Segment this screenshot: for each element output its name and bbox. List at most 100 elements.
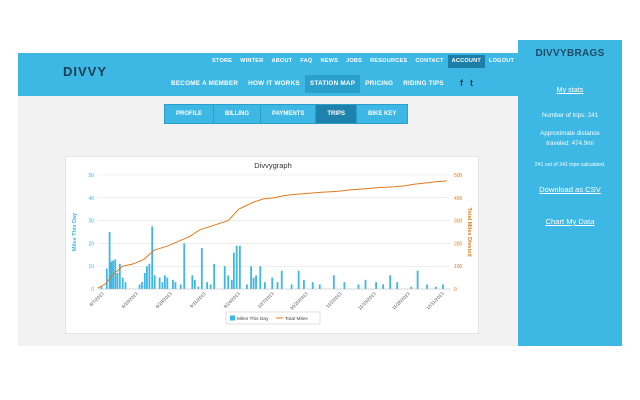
- top-nav-faq[interactable]: FAQ: [296, 55, 316, 68]
- account-tabs: PROFILE BILLING PAYMENTS TRIPS BIKE KEY: [164, 104, 409, 124]
- logo-text: DIVVY: [63, 64, 107, 78]
- x-tick-label: 9/11/2013: [189, 291, 207, 309]
- top-nav: STORE WINTER ABOUT FAQ NEWS JOBS RESOURCES CONT…: [208, 55, 518, 68]
- bar-miles-this-day: [138, 284, 141, 289]
- y2-tick-label: 200: [454, 241, 463, 247]
- y2-axis-label: Total Miles Divvied: [466, 207, 472, 256]
- tab-profile[interactable]: PROFILE: [165, 105, 215, 123]
- top-nav-jobs[interactable]: JOBS: [342, 55, 366, 68]
- social-links: f t: [460, 77, 473, 89]
- x-tick-label: 12/11/2013: [425, 291, 445, 311]
- top-nav-news[interactable]: NEWS: [316, 55, 342, 68]
- distance-stat: Approximate distance traveled: 474.9mi: [540, 130, 600, 147]
- bar-miles-this-day: [435, 286, 437, 289]
- bar-miles-this-day: [114, 259, 117, 289]
- bar-miles-this-day: [223, 266, 226, 289]
- x-tick-label: 8/29/2013: [155, 291, 173, 309]
- tab-trips[interactable]: TRIPS: [316, 105, 358, 123]
- bar-miles-this-day: [382, 284, 385, 289]
- top-nav-resources[interactable]: RESOURCES: [366, 55, 411, 68]
- chart-title: Divvygraph: [254, 161, 292, 170]
- y2-tick-label: 400: [454, 196, 463, 202]
- my-stats-link[interactable]: My stats: [518, 85, 622, 94]
- bar-miles-this-day: [227, 275, 230, 289]
- bar-miles-this-day: [193, 279, 196, 289]
- top-nav-logout[interactable]: LOGOUT: [485, 55, 518, 68]
- bar-miles-this-day: [263, 282, 266, 289]
- top-nav-store[interactable]: STORE: [208, 55, 236, 68]
- main-nav-how-it-works[interactable]: HOW IT WORKS: [243, 75, 305, 93]
- divvy-logo[interactable]: DIVVY: [63, 64, 123, 78]
- trips-stat: Number of trips: 241: [541, 112, 599, 119]
- main-nav-become-a-member[interactable]: BECOME A MEMBER: [166, 75, 243, 93]
- calculated-stat: 241 out of 241 trips calculated.: [534, 162, 606, 168]
- y2-tick-label: 0: [454, 287, 457, 293]
- bar-miles-this-day: [163, 275, 166, 289]
- x-tick-label: 11/15/2013: [357, 291, 377, 311]
- tab-billing[interactable]: BILLING: [214, 105, 262, 123]
- bar-miles-this-day: [442, 284, 444, 289]
- y-tick-label: 50: [88, 173, 94, 179]
- divvygraph-chart: Divvygraph010203040500100200300400500Mil…: [72, 161, 472, 325]
- top-nav-account[interactable]: ACCOUNT: [447, 55, 486, 68]
- top-nav-about[interactable]: ABOUT: [267, 55, 296, 68]
- x-tick-label: 10/7/2013: [257, 291, 275, 309]
- bar-miles-this-day: [121, 277, 124, 289]
- bar-miles-this-day: [250, 266, 253, 289]
- bar-miles-this-day: [209, 284, 212, 289]
- y-tick-label: 10: [88, 264, 94, 270]
- sidebar-title: DIVVYBRAGS: [535, 48, 605, 59]
- y2-tick-label: 500: [454, 173, 463, 179]
- bar-miles-this-day: [100, 286, 103, 289]
- bar-miles-this-day: [410, 286, 413, 289]
- bar-miles-this-day: [191, 275, 194, 289]
- bar-miles-this-day: [280, 270, 283, 289]
- site-header: DIVVY STORE WINTER ABOUT FAQ NEWS JOBS RESOURC…: [18, 53, 518, 96]
- download-csv-link[interactable]: Download as CSV: [518, 185, 622, 194]
- bar-miles-this-day: [116, 273, 119, 289]
- page-root: DIVVY STORE WINTER ABOUT FAQ NEWS JOBS RESOURC…: [0, 0, 640, 400]
- bar-miles-this-day: [271, 277, 274, 289]
- y-axis-label: Miles This Day: [72, 212, 78, 251]
- bar-miles-this-day: [166, 277, 169, 289]
- legend-swatch-bars: [230, 315, 235, 321]
- twitter-icon[interactable]: t: [470, 77, 473, 89]
- bar-miles-this-day: [161, 282, 164, 289]
- y-tick-label: 20: [88, 241, 94, 247]
- main-nav: BECOME A MEMBER HOW IT WORKS STATION MAP PR…: [166, 75, 449, 93]
- top-nav-contact[interactable]: CONTACT: [411, 55, 447, 68]
- bar-miles-this-day: [303, 279, 305, 289]
- bar-miles-this-day: [259, 266, 262, 289]
- bar-miles-this-day: [276, 282, 279, 289]
- bar-miles-this-day: [252, 277, 255, 289]
- main-nav-station-map[interactable]: STATION MAP: [304, 75, 361, 93]
- y2-tick-label: 300: [454, 219, 463, 225]
- bar-miles-this-day: [148, 263, 151, 289]
- bar-miles-this-day: [332, 275, 335, 289]
- x-tick-label: 8/18/2013: [121, 291, 139, 309]
- bar-miles-this-day: [238, 245, 241, 289]
- bar-miles-this-day: [396, 282, 399, 289]
- y-tick-label: 30: [88, 219, 94, 225]
- bar-miles-this-day: [153, 275, 156, 289]
- main-nav-riding-tips[interactable]: RIDING TIPS: [398, 75, 449, 93]
- chart-my-data-link[interactable]: Chart My Data: [518, 217, 622, 226]
- tab-payments[interactable]: PAYMENTS: [261, 105, 317, 123]
- legend-label-bars: Miles This Day: [237, 316, 269, 322]
- bar-miles-this-day: [172, 279, 174, 289]
- bar-miles-this-day: [297, 270, 300, 289]
- tab-bike-key[interactable]: BIKE KEY: [357, 105, 407, 123]
- bar-miles-this-day: [206, 282, 209, 289]
- top-nav-winter[interactable]: WINTER: [236, 55, 267, 68]
- bar-miles-this-day: [343, 282, 346, 289]
- bar-miles-this-day: [245, 284, 248, 289]
- bar-miles-this-day: [183, 243, 186, 289]
- bar-miles-this-day: [105, 268, 108, 289]
- account-content: PROFILE BILLING PAYMENTS TRIPS BIKE KEY Divv…: [18, 96, 518, 346]
- facebook-icon[interactable]: f: [460, 77, 463, 89]
- main-nav-pricing[interactable]: PRICING: [360, 75, 398, 93]
- bar-miles-this-day: [364, 279, 367, 289]
- bar-miles-this-day: [290, 284, 293, 289]
- bar-miles-this-day: [235, 245, 238, 289]
- bar-miles-this-day: [151, 226, 154, 289]
